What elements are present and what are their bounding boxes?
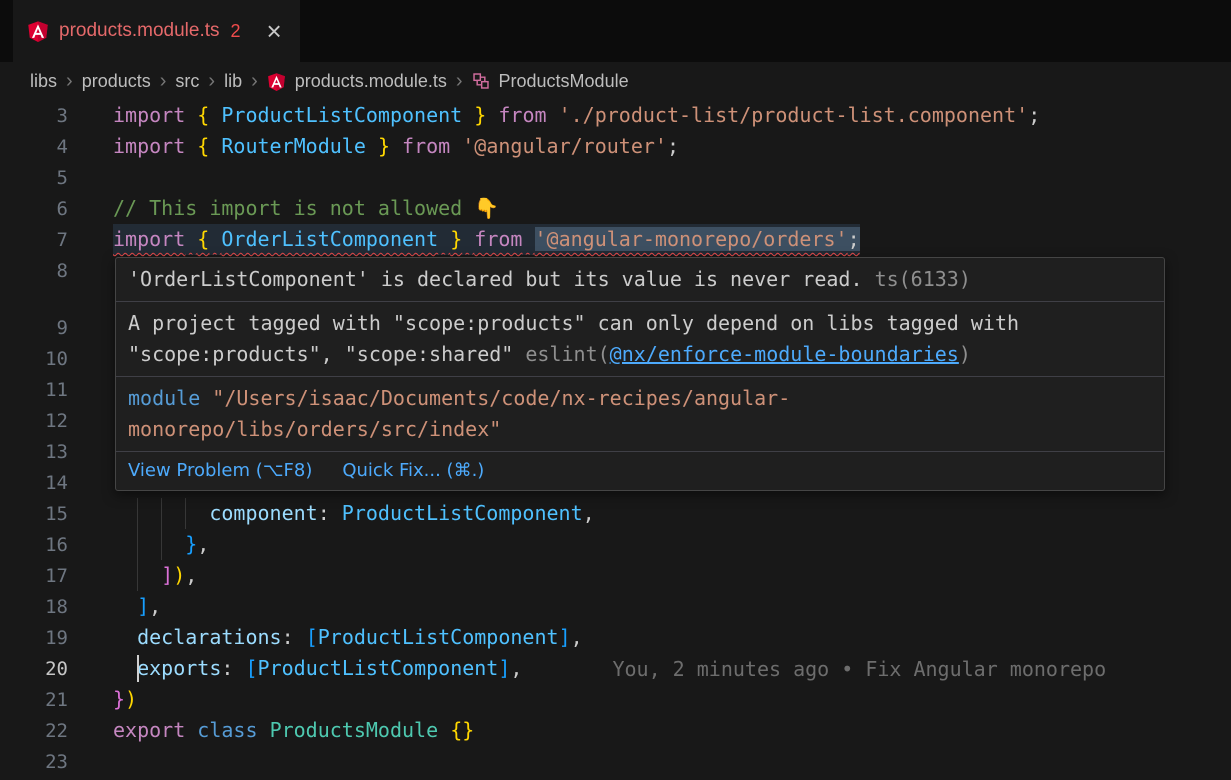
eslint-source-open: eslint( [525,342,609,366]
code-text: declarations: [ProductListComponent], [113,622,583,653]
tab-filename: products.module.ts [59,20,220,42]
line-number[interactable]: 17 [0,565,68,587]
code-text: ], [113,591,161,622]
breadcrumb-separator: › [66,71,73,91]
line-number[interactable]: 19 [0,627,68,649]
code-text: ]), [113,560,197,591]
code-text: import { ProductListComponent } from './… [113,100,1040,131]
code-line-19[interactable]: 19 declarations: [ProductListComponent], [0,622,1231,653]
module-keyword: module [128,386,200,410]
indent-guide [137,529,138,560]
indent-guide [161,498,162,529]
code-line-21[interactable]: 21}) [0,684,1231,715]
breadcrumb-item-lib[interactable]: lib [224,71,242,92]
line-number[interactable]: 16 [0,534,68,556]
code-text: import { RouterModule } from '@angular/r… [113,131,679,162]
indent-guide [161,529,162,560]
breadcrumb-item-products[interactable]: products [82,71,151,92]
code-text: import { OrderListComponent } from '@ang… [113,224,860,255]
line-number[interactable]: 7 [0,229,68,251]
code-line-20[interactable]: 20 exports: [ProductListComponent], You, … [0,653,1231,684]
breadcrumb-separator: › [251,71,258,91]
code-line-23[interactable]: 23 [0,746,1231,777]
code-line-4[interactable]: 4 import { RouterModule } from '@angular/… [0,131,1231,162]
breadcrumb-item-libs[interactable]: libs [30,71,57,92]
code-line-15[interactable]: 15 component: ProductListComponent, [0,498,1231,529]
line-number[interactable]: 15 [0,503,68,525]
breadcrumb-item-file[interactable]: products.module.ts [295,71,447,92]
popup-status-bar: View Problem (⌥F8) Quick Fix... (⌘.) [116,451,1164,490]
module-path: "/Users/isaac/Documents/code/nx-recipes/… [128,386,790,441]
symbol-module-icon [472,72,490,90]
code-line-17[interactable]: 17 ]), [0,560,1231,591]
breadcrumb-separator: › [208,71,215,91]
line-number[interactable]: 18 [0,596,68,618]
code-line-16[interactable]: 16 }, [0,529,1231,560]
code-line-22[interactable]: 22 export class ProductsModule {} [0,715,1231,746]
ts-diagnostic: 'OrderListComponent' is declared but its… [116,258,1164,301]
view-problem-action[interactable]: View Problem (⌥F8) [128,460,312,482]
ts-diagnostic-message: 'OrderListComponent' is declared but its… [128,267,863,291]
tab-products-module[interactable]: products.module.ts 2 × [13,0,300,62]
vscode-window: products.module.ts 2 × libs › products ›… [0,0,1231,780]
module-path-block: module "/Users/isaac/Documents/code/nx-r… [116,377,1164,451]
ts-diagnostic-source: ts(6133) [875,267,971,291]
code-line-3[interactable]: 3 import { ProductListComponent } from '.… [0,100,1231,131]
line-number[interactable]: 12 [0,410,68,432]
breadcrumb: libs › products › src › lib › products.m… [0,62,1231,100]
breadcrumb-item-src[interactable]: src [175,71,199,92]
code-line-6[interactable]: 6 // This import is not allowed 👇 [0,193,1231,224]
breadcrumb-separator: › [160,71,167,91]
code-text: export class ProductsModule {} [113,715,474,746]
line-number[interactable]: 21 [0,689,68,711]
line-number[interactable]: 11 [0,379,68,401]
indent-guide [185,498,186,529]
quick-fix-action[interactable]: Quick Fix... (⌘.) [342,460,484,482]
line-number[interactable]: 22 [0,720,68,742]
breadcrumb-separator: › [456,71,463,91]
eslint-diagnostic: A project tagged with "scope:products" c… [116,302,1164,376]
indent-guide [137,498,138,529]
indent-guide [137,560,138,591]
line-number[interactable]: 14 [0,472,68,494]
tab-close-icon[interactable]: × [267,18,282,44]
angular-icon [267,72,286,91]
line-number[interactable]: 8 [0,260,68,282]
code-text: exports: [ProductListComponent], [113,653,522,684]
line-number[interactable]: 4 [0,136,68,158]
git-blame-annotation: You, 2 minutes ago • Fix Angular monorep… [612,657,1106,681]
code-text: // This import is not allowed 👇 [113,193,499,224]
line-number[interactable]: 10 [0,348,68,370]
editor[interactable]: 3 import { ProductListComponent } from '.… [0,100,1231,780]
code-line-7[interactable]: 7 import { OrderListComponent } from '@an… [0,224,1231,255]
line-number[interactable]: 9 [0,317,68,339]
angular-icon [27,20,49,42]
tab-error-count: 2 [231,21,241,42]
eslint-rule-link[interactable]: @nx/enforce-module-boundaries [610,342,959,366]
text-cursor [137,655,139,682]
line-number[interactable]: 13 [0,441,68,463]
line-number[interactable]: 23 [0,751,68,773]
line-number[interactable]: 3 [0,105,68,127]
line-number[interactable]: 5 [0,167,68,189]
eslint-source-close: ) [959,342,971,366]
diagnostic-hover-popup: 'OrderListComponent' is declared but its… [115,257,1165,491]
code-line-5[interactable]: 5 [0,162,1231,193]
tab-bar: products.module.ts 2 × [0,0,1231,62]
code-line-18[interactable]: 18 ], [0,591,1231,622]
breadcrumb-item-symbol[interactable]: ProductsModule [499,71,629,92]
line-number[interactable]: 6 [0,198,68,220]
code-text: }) [113,684,137,715]
line-number[interactable]: 20 [0,658,68,680]
